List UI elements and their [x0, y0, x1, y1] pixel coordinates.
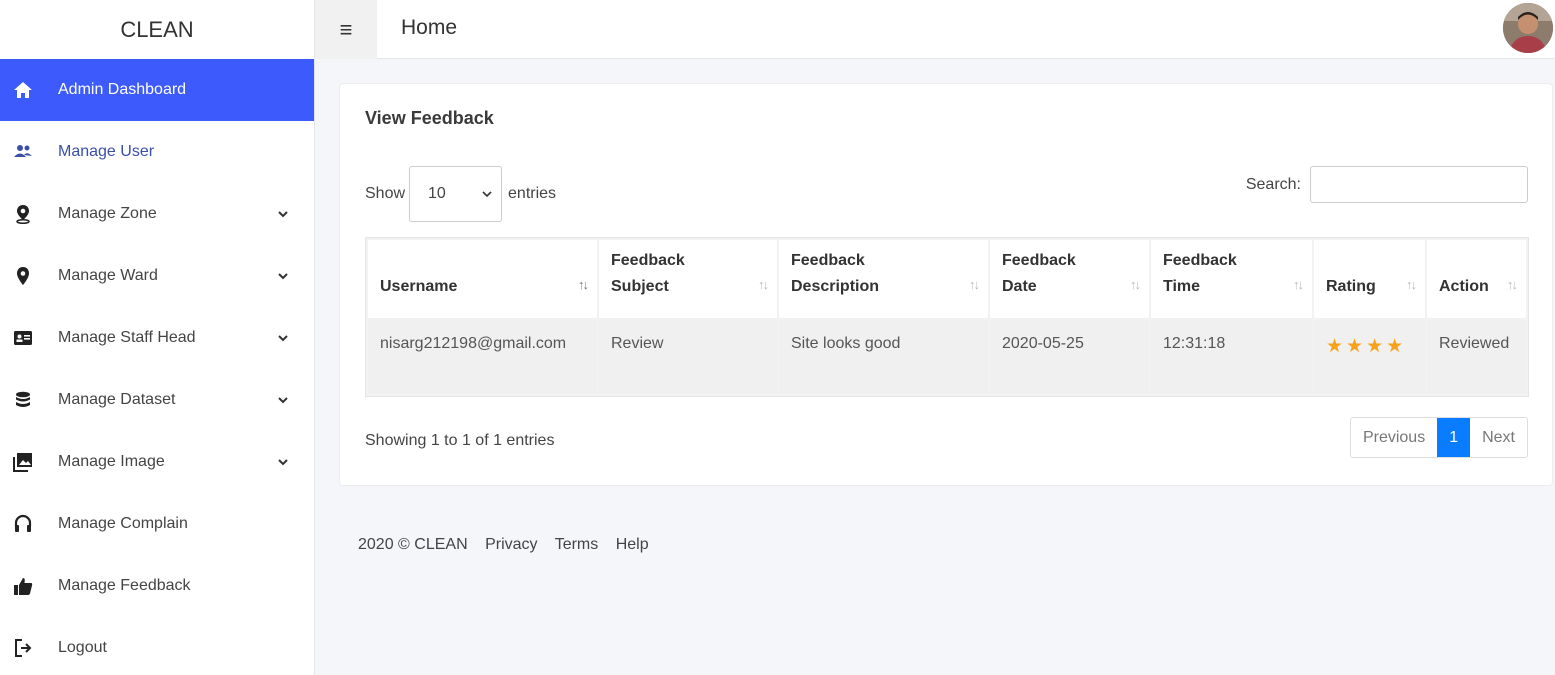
- sidebar-item-manage-user[interactable]: Manage User: [0, 121, 314, 183]
- chevron-down-icon: [278, 397, 288, 404]
- id-card-icon: [12, 327, 34, 349]
- search-input[interactable]: [1310, 166, 1528, 203]
- footer-copyright: 2020 © CLEAN: [358, 536, 468, 553]
- users-icon: [12, 141, 34, 163]
- cell-time: 12:31:18: [1151, 320, 1312, 394]
- topbar: ≡ Home: [315, 0, 1555, 59]
- feedback-table: Username ↑↓ Feedback Subject ↑↓ Feedback…: [365, 237, 1529, 397]
- location-pin-icon: [12, 265, 34, 287]
- map-marker-icon: [12, 203, 34, 225]
- entries-select[interactable]: 10: [409, 166, 503, 222]
- sort-icon: ↑↓: [1507, 277, 1518, 292]
- sidebar-item-label: Manage Staff Head: [58, 329, 196, 346]
- sidebar-item-label: Manage Zone: [58, 205, 157, 222]
- column-header-username[interactable]: Username ↑↓: [368, 240, 597, 318]
- sidebar-item-label: Manage User: [58, 143, 155, 160]
- header-line: Feedback: [1163, 252, 1237, 269]
- sidebar-item-label: Manage Ward: [58, 267, 158, 284]
- logout-icon: [12, 637, 34, 659]
- sort-icon: ↑↓: [1130, 277, 1141, 292]
- header-line: Subject: [611, 278, 669, 295]
- sort-icon: ↑↓: [1406, 277, 1417, 292]
- avatar[interactable]: [1503, 3, 1553, 53]
- sidebar-item-label: Logout: [58, 639, 107, 656]
- footer-link-terms[interactable]: Terms: [555, 536, 599, 553]
- header-line: Feedback: [791, 252, 865, 269]
- sidebar-item-admin-dashboard[interactable]: Admin Dashboard: [0, 59, 314, 121]
- search-label: Search:: [1245, 175, 1301, 193]
- chevron-down-icon: [278, 459, 288, 466]
- header-line: Action: [1439, 278, 1489, 295]
- sidebar-item-label: Manage Dataset: [58, 391, 176, 408]
- cell-date: 2020-05-25: [990, 320, 1149, 394]
- sidebar-item-manage-feedback[interactable]: Manage Feedback: [0, 555, 314, 617]
- header-line: Username: [380, 278, 458, 295]
- show-label: Show: [365, 185, 406, 202]
- entries-label: entries: [508, 185, 557, 202]
- sort-icon: ↑↓: [578, 277, 589, 292]
- cell-username: nisarg212198@gmail.com: [368, 320, 597, 394]
- sidebar-item-manage-image[interactable]: Manage Image: [0, 431, 314, 493]
- header-line: Feedback: [1002, 252, 1076, 269]
- thumbs-up-icon: [12, 575, 34, 597]
- sort-icon: ↑↓: [969, 277, 980, 292]
- sidebar-item-manage-dataset[interactable]: Manage Dataset: [0, 369, 314, 431]
- cell-subject: Review: [599, 320, 777, 394]
- header-line: Description: [791, 278, 880, 295]
- feedback-card: View Feedback Show 10 entries Search: Us…: [339, 83, 1553, 486]
- sort-icon: ↑↓: [758, 277, 769, 292]
- header-line: Date: [1002, 278, 1037, 295]
- header-line: Time: [1163, 278, 1201, 295]
- cell-rating: ★★★★: [1314, 320, 1425, 394]
- next-page-button[interactable]: Next: [1470, 418, 1527, 457]
- column-header-feedback-subject[interactable]: Feedback Subject ↑↓: [599, 240, 777, 318]
- hamburger-menu-icon[interactable]: ≡: [315, 0, 377, 59]
- sidebar-item-label: Manage Image: [58, 453, 165, 470]
- footer-link-privacy[interactable]: Privacy: [485, 536, 537, 553]
- sidebar-item-label: Manage Feedback: [58, 577, 191, 594]
- sidebar: CLEAN Admin Dashboard Manage User Manage…: [0, 0, 315, 675]
- page-1-button[interactable]: 1: [1437, 418, 1471, 457]
- chevron-down-icon: [482, 191, 492, 198]
- home-icon: [12, 79, 34, 101]
- table-header-row: Username ↑↓ Feedback Subject ↑↓ Feedback…: [368, 240, 1526, 318]
- cell-description: Site looks good: [779, 320, 988, 394]
- column-header-feedback-date[interactable]: Feedback Date ↑↓: [990, 240, 1149, 318]
- entries-select-value: 10: [428, 185, 446, 202]
- column-header-feedback-description[interactable]: Feedback Description ↑↓: [779, 240, 988, 318]
- sidebar-item-manage-zone[interactable]: Manage Zone: [0, 183, 314, 245]
- sidebar-item-label: Admin Dashboard: [58, 81, 187, 98]
- star-rating: ★★★★: [1326, 336, 1407, 357]
- chevron-down-icon: [278, 335, 288, 342]
- footer-link-help[interactable]: Help: [616, 536, 649, 553]
- table-row: nisarg212198@gmail.com Review Site looks…: [368, 320, 1526, 394]
- sidebar-item-logout[interactable]: Logout: [0, 617, 314, 675]
- search-control: Search:: [1246, 166, 1528, 203]
- sidebar-item-manage-ward[interactable]: Manage Ward: [0, 245, 314, 307]
- column-header-rating[interactable]: Rating ↑↓: [1314, 240, 1425, 318]
- pagination: Previous 1 Next: [1349, 417, 1528, 458]
- table-info: Showing 1 to 1 of 1 entries: [365, 432, 555, 449]
- sidebar-item-manage-complain[interactable]: Manage Complain: [0, 493, 314, 555]
- headset-icon: [12, 513, 34, 535]
- chevron-down-icon: [278, 211, 288, 218]
- page-title: Home: [401, 16, 458, 39]
- database-icon: [12, 389, 34, 411]
- previous-page-button[interactable]: Previous: [1350, 418, 1438, 457]
- column-header-action[interactable]: Action ↑↓: [1427, 240, 1526, 318]
- column-header-feedback-time[interactable]: Feedback Time ↑↓: [1151, 240, 1312, 318]
- image-icon: [12, 451, 34, 473]
- sidebar-item-manage-staff-head[interactable]: Manage Staff Head: [0, 307, 314, 369]
- sidebar-item-label: Manage Complain: [58, 515, 188, 532]
- header-line: Rating: [1326, 278, 1376, 295]
- card-title: View Feedback: [365, 108, 494, 128]
- entries-length-control: Show 10 entries: [365, 166, 556, 222]
- chevron-down-icon: [278, 273, 288, 280]
- header-line: Feedback: [611, 252, 685, 269]
- sort-icon: ↑↓: [1293, 277, 1304, 292]
- cell-action: Reviewed: [1427, 320, 1526, 394]
- brand-logo[interactable]: CLEAN: [0, 0, 314, 59]
- footer: 2020 © CLEAN Privacy Terms Help: [358, 536, 662, 554]
